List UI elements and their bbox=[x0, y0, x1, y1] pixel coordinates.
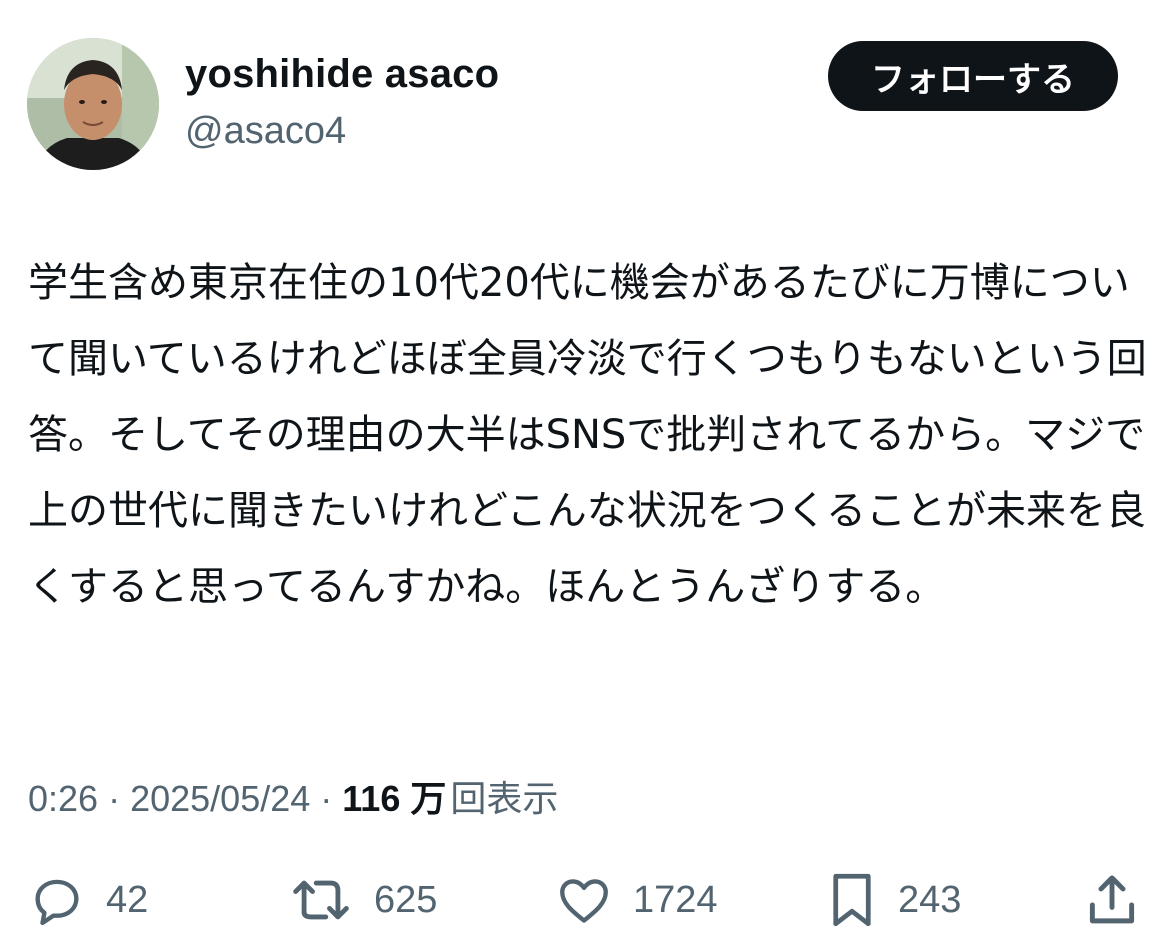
tweet-text: 学生含め東京在住の10代20代に機会があるたびに万博について聞いているけれどほぼ… bbox=[28, 260, 1147, 610]
views-label: 回表示 bbox=[450, 779, 559, 820]
like-count: 1724 bbox=[633, 878, 718, 921]
views-count: 116 万 bbox=[342, 778, 447, 819]
bookmark-button[interactable]: 243 bbox=[826, 860, 961, 940]
tweet-date[interactable]: 2025/05/24 bbox=[130, 778, 310, 820]
action-bar: 42 625 1724 243 bbox=[0, 860, 1170, 940]
tweet-meta: 0:26 · 2025/05/24 · 116 万 回表示 bbox=[28, 770, 558, 822]
follow-button[interactable]: フォローする bbox=[828, 41, 1118, 111]
reply-count: 42 bbox=[106, 878, 149, 921]
meta-separator: · bbox=[310, 778, 343, 819]
author-handle[interactable]: @asaco4 bbox=[185, 110, 346, 153]
bookmark-icon bbox=[833, 873, 871, 927]
like-button[interactable]: 1724 bbox=[555, 860, 718, 940]
share-icon bbox=[1089, 875, 1135, 924]
reply-icon bbox=[35, 879, 79, 926]
heart-icon bbox=[560, 879, 608, 923]
avatar[interactable] bbox=[27, 38, 159, 170]
share-button[interactable] bbox=[1085, 860, 1139, 940]
meta-separator: · bbox=[98, 778, 131, 819]
author-name[interactable]: yoshihide asaco bbox=[185, 52, 499, 97]
retweet-icon bbox=[293, 880, 349, 920]
retweet-count: 625 bbox=[374, 878, 438, 921]
avatar-image bbox=[27, 38, 159, 170]
bookmark-count: 243 bbox=[898, 878, 962, 921]
reply-button[interactable]: 42 bbox=[28, 860, 148, 940]
retweet-button[interactable]: 625 bbox=[288, 860, 437, 940]
tweet: yoshihide asaco @asaco4 フォローする 学生含め東京在住の… bbox=[0, 0, 1170, 950]
tweet-time[interactable]: 0:26 bbox=[28, 778, 98, 820]
